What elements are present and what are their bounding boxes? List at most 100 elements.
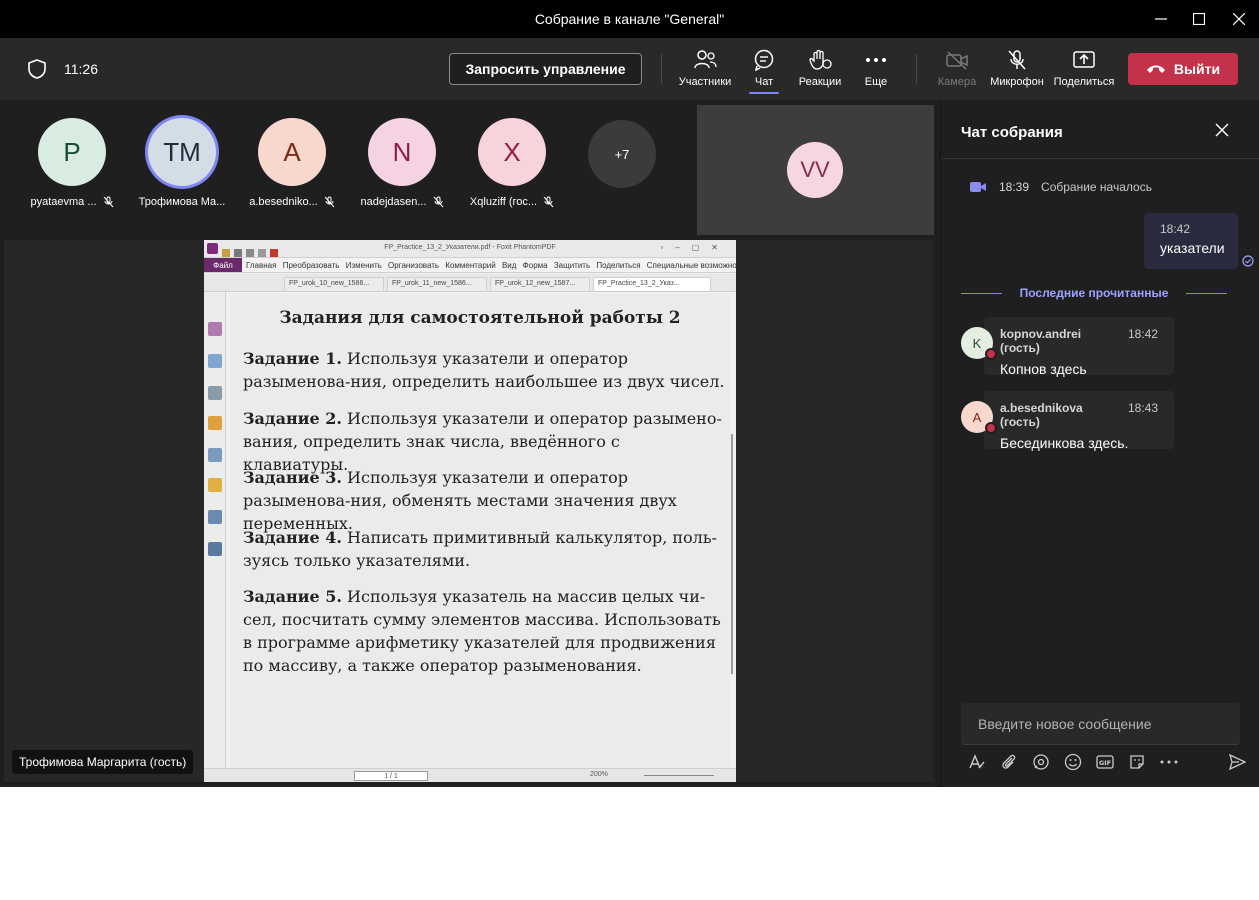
participant-name-row: pyataevma ...: [22, 196, 122, 208]
pdf-menu-item[interactable]: Специальные возможност: [647, 261, 736, 270]
participants-label: Участники: [678, 76, 732, 88]
pdf-menu-item[interactable]: Вид: [502, 261, 516, 270]
participant-name-row: nadejdasen...: [352, 196, 452, 208]
pdf-window-controls: ▫–▢✕: [660, 243, 730, 252]
request-control-button[interactable]: Запросить управление: [449, 53, 642, 85]
participant-name: nadejdasen...: [360, 196, 427, 208]
loop-component-icon[interactable]: [1031, 752, 1051, 772]
share-label: Поделиться: [1053, 76, 1115, 88]
pdf-scrollbar[interactable]: [731, 434, 733, 674]
avatar: TM: [148, 118, 216, 186]
camera-button[interactable]: Камера: [936, 48, 978, 94]
pdf-titlebar: FP_Practice_13_2_Указатели.pdf - Foxit P…: [204, 240, 736, 258]
more-label: Еще: [864, 76, 888, 88]
avatar-initial: K: [972, 335, 982, 351]
message-input[interactable]: [961, 703, 1240, 744]
system-message-text: Собрание началось: [1041, 180, 1152, 194]
attach-icon[interactable]: [999, 752, 1019, 772]
close-icon: [1215, 123, 1229, 137]
shield-icon[interactable]: [26, 58, 48, 85]
layers-icon[interactable]: [208, 386, 222, 400]
pdf-tab[interactable]: FP_urok_10_new_1586...: [284, 277, 384, 291]
pdf-tab[interactable]: FP_urok_11_new_1586...: [387, 277, 487, 291]
form-icon[interactable]: [208, 510, 222, 524]
close-icon: [1233, 13, 1245, 25]
message-time: 18:42: [1160, 222, 1191, 236]
participant-name-row: a.besedniko...: [242, 196, 342, 208]
active-tab-indicator: [749, 92, 779, 94]
pages-icon[interactable]: [208, 354, 222, 368]
participants-button[interactable]: Участники: [676, 48, 734, 94]
gif-icon[interactable]: GIF: [1095, 752, 1115, 772]
signature-icon[interactable]: [208, 542, 222, 556]
chat-icon: [753, 48, 775, 72]
participant-name: Трофимова Ма...: [138, 196, 226, 208]
sticker-icon[interactable]: [1127, 752, 1147, 772]
video-tile[interactable]: VV: [697, 105, 934, 235]
send-icon[interactable]: [1227, 752, 1247, 772]
mic-muted-icon: [103, 196, 113, 208]
comments-icon[interactable]: [208, 416, 222, 430]
format-text-icon[interactable]: [967, 752, 987, 772]
my-chat-message[interactable]: 18:42 указатели: [1144, 213, 1238, 269]
leave-button[interactable]: Выйти: [1128, 53, 1238, 85]
message-time: 18:43: [1127, 401, 1158, 415]
participant-tile[interactable]: P pyataevma ...: [22, 118, 122, 208]
maximize-button[interactable]: [1188, 8, 1210, 30]
presence-offline-dot: [985, 422, 997, 434]
zoom-level[interactable]: 200%: [590, 771, 608, 778]
page-indicator[interactable]: 1 / 1: [354, 771, 428, 781]
reactions-button[interactable]: Реакции: [796, 48, 844, 94]
compose-box[interactable]: [961, 703, 1240, 745]
chat-button[interactable]: Чат: [746, 48, 782, 94]
pdf-tab-active[interactable]: FP_Practice_13_2_Указ...: [593, 277, 711, 291]
pdf-tab[interactable]: FP_urok_12_new_1587...: [490, 277, 590, 291]
pdf-menu-item[interactable]: Поделиться: [596, 261, 640, 270]
pdf-menu-item[interactable]: Защитить: [554, 261, 590, 270]
last-read-label: Последние прочитанные: [1019, 286, 1169, 300]
participant-tile[interactable]: X Xqluziff (гос...: [462, 118, 562, 208]
emoji-icon[interactable]: [1063, 752, 1083, 772]
more-actions-button[interactable]: Еще: [860, 48, 892, 94]
people-icon: [693, 48, 717, 72]
meeting-toolbar: 11:26 Запросить управление Участники Чат…: [0, 38, 1259, 100]
attachment-icon[interactable]: [208, 448, 222, 462]
chat-panel: Чат собрания 18:39 Собрание началось 18:…: [940, 100, 1259, 787]
microphone-button[interactable]: Микрофон: [988, 48, 1046, 94]
more-options-icon[interactable]: [1159, 752, 1179, 772]
bookmark-icon[interactable]: [208, 322, 222, 336]
pdf-menu-item[interactable]: Организовать: [388, 261, 439, 270]
pdf-menu-file[interactable]: Файл: [204, 258, 242, 272]
avatar: P: [38, 118, 106, 186]
task-label: Задание 4.: [243, 528, 342, 547]
pdf-menu-item[interactable]: Преобразовать: [283, 261, 340, 270]
message-author: a.besednikova (гость): [1000, 401, 1083, 429]
avatar[interactable]: A: [961, 401, 997, 434]
toolbar-divider: [661, 54, 662, 84]
avatar-initial: A: [972, 409, 982, 425]
camera-label: Камера: [937, 76, 977, 88]
pdf-menu-item[interactable]: Главная: [246, 261, 276, 270]
minimize-button[interactable]: [1150, 8, 1172, 30]
pdf-menu-item[interactable]: Комментарий: [445, 261, 495, 270]
participant-tile-speaking[interactable]: TM Трофимова Ма...: [132, 118, 232, 208]
meeting-duration: 11:26: [64, 61, 98, 77]
share-button[interactable]: Поделиться: [1054, 48, 1114, 94]
close-window-button[interactable]: [1228, 8, 1250, 30]
pdf-menu-item[interactable]: Изменить: [346, 261, 382, 270]
window-title: Собрание в канале "General": [534, 11, 725, 27]
message-bubble: a.besednikova (гость) 18:43 Бесединкова з…: [984, 391, 1174, 451]
task-paragraph: Задание 5. Используя указатель на массив…: [243, 585, 728, 677]
avatar: N: [368, 118, 436, 186]
more-participants-button[interactable]: +7: [588, 120, 656, 188]
pdf-menu-item[interactable]: Форма: [523, 261, 548, 270]
avatar[interactable]: K: [961, 327, 997, 360]
participant-tile[interactable]: N nadejdasen...: [352, 118, 452, 208]
zoom-slider[interactable]: [644, 775, 714, 776]
pdf-side-toolbar: [204, 292, 226, 768]
last-read-divider: Последние прочитанные: [961, 286, 1227, 300]
title-bar: Собрание в канале "General": [0, 0, 1259, 38]
close-chat-button[interactable]: [1215, 123, 1229, 142]
participant-tile[interactable]: A a.besedniko...: [242, 118, 342, 208]
lock-icon[interactable]: [208, 478, 222, 492]
